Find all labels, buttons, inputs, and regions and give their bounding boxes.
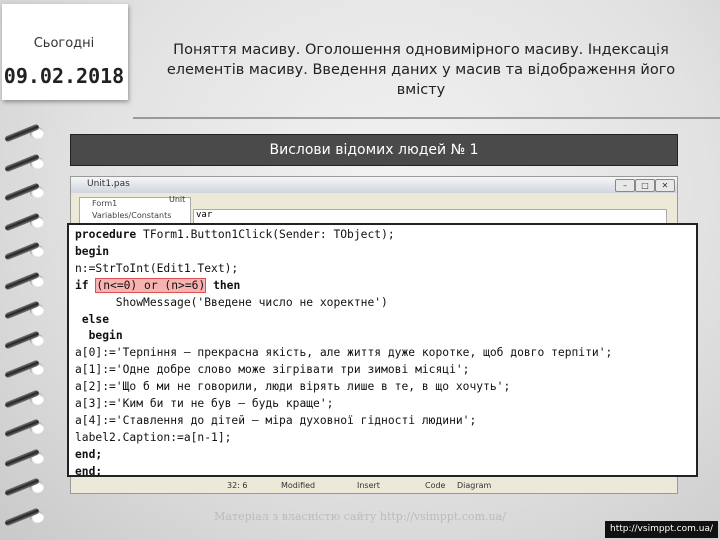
code-text: ShowMessage('Введене число не хоректне') [75, 295, 388, 309]
status-mode: Insert [357, 481, 380, 490]
section-banner: Вислови відомих людей № 1 [70, 134, 678, 166]
code-listing[interactable]: procedure TForm1.Button1Click(Sender: TO… [67, 223, 698, 477]
spiral-ring [4, 418, 50, 438]
editor-tab[interactable]: Unit [169, 195, 185, 204]
code-keyword: begin [88, 329, 123, 343]
spiral-ring [4, 152, 50, 173]
spiral-ring [4, 388, 50, 409]
date-card: Сьогодні 09.02.2018 [2, 4, 128, 100]
spiral-ring [4, 241, 50, 261]
code-text: TForm1.Button1Click(Sender: TObject); [136, 228, 395, 241]
code-keyword: if [75, 278, 89, 292]
code-text: label2.Caption:=a[n-1]; [75, 430, 232, 444]
title-divider [133, 117, 720, 119]
code-keyword: end; [75, 464, 103, 477]
code-keyword: begin [75, 244, 110, 258]
highlighted-condition: (n<=0) or (n>=6) [95, 277, 207, 293]
code-keyword: then [213, 278, 241, 292]
code-keyword: procedure [75, 228, 137, 241]
spiral-ring [4, 359, 50, 379]
close-icon[interactable]: ✕ [655, 179, 675, 192]
slide-title: Поняття масиву. Оголошення одновимірного… [166, 42, 676, 98]
tree-item-variables[interactable]: Variables/Constants [80, 210, 190, 222]
status-modified: Modified [281, 481, 316, 490]
code-keyword: end; [75, 447, 103, 461]
spiral-ring [4, 270, 50, 291]
maximize-icon[interactable]: □ [635, 179, 655, 192]
code-text: a[4]:='Ставлення до дітей — міра духовно… [75, 413, 477, 427]
spiral-ring [4, 211, 50, 232]
code-text: a[1]:='Одне добре слово може зігрівати т… [75, 363, 470, 377]
site-url[interactable]: http://vsimppt.com.ua/ [605, 521, 718, 538]
status-position: 32: 6 [227, 481, 248, 490]
ide-statusbar: 32: 6 Modified Insert Code Diagram [221, 481, 521, 493]
tab-diagram[interactable]: Diagram [457, 481, 491, 490]
code-text: n:=StrToInt(Edit1.Text); [75, 261, 239, 275]
code-text: a[3]:='Ким би ти не був — будь краще'; [75, 397, 334, 411]
code-text: a[2]:='Що б ми не говорили, люди вірять … [75, 380, 511, 394]
ide-window-title: Unit1.pas [87, 179, 130, 189]
spiral-ring [4, 300, 50, 320]
tab-code[interactable]: Code [425, 481, 445, 490]
spiral-ring [4, 182, 50, 202]
minimize-icon[interactable]: – [615, 179, 635, 192]
date-text: 09.02.2018 [3, 64, 125, 88]
spiral-ring [4, 329, 50, 350]
spiral-ring [4, 447, 50, 468]
code-keyword: else [81, 312, 110, 326]
spiral-ring [4, 123, 50, 143]
code-text: a[0]:='Терпіння — прекрасна якість, але … [75, 346, 613, 360]
today-label: Сьогодні [33, 36, 95, 51]
spiral-ring [4, 477, 50, 497]
ide-titlebar: Unit1.pas – □ ✕ [71, 177, 677, 193]
